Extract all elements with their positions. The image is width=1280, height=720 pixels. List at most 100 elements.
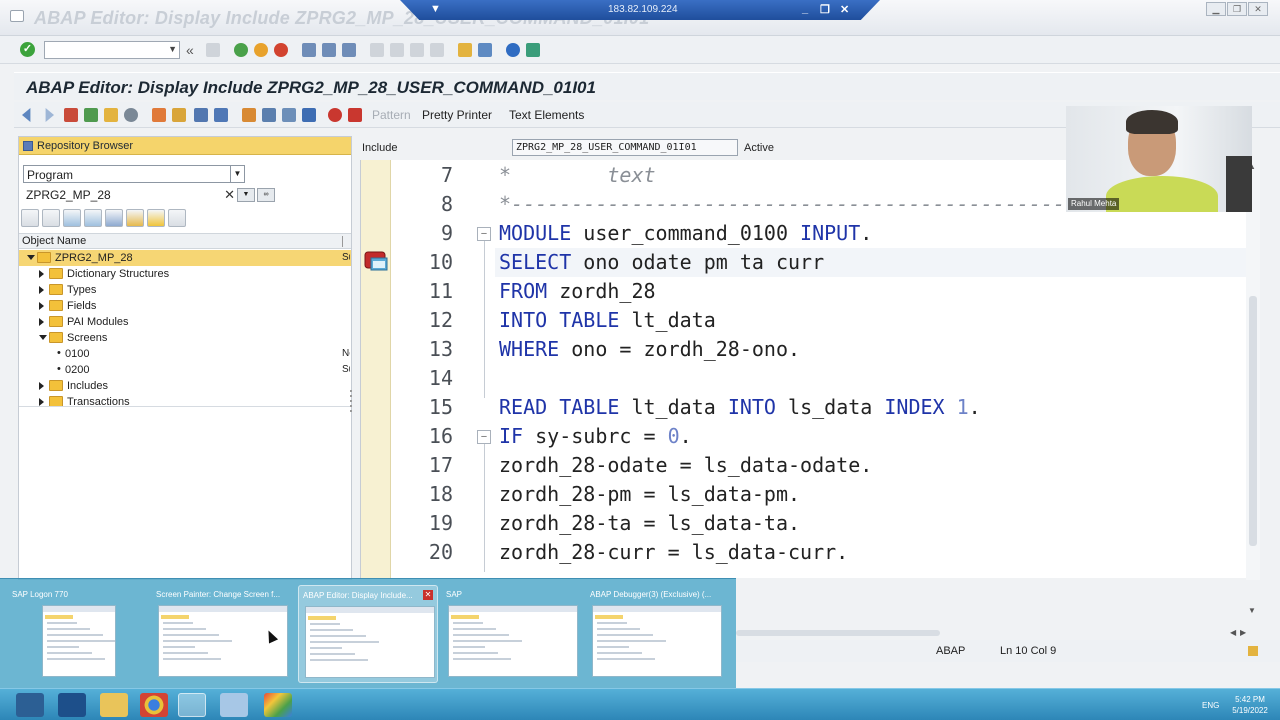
column-separator[interactable]: [342, 236, 343, 247]
display-object-list-icon[interactable]: [214, 108, 228, 122]
status-info-icon[interactable]: [1248, 646, 1258, 656]
value-help-button[interactable]: ▼: [237, 188, 255, 202]
external-breakpoint-icon[interactable]: [348, 108, 362, 122]
next-page-icon[interactable]: [410, 43, 424, 57]
exit-icon[interactable]: [254, 43, 268, 57]
other-object-icon[interactable]: [64, 108, 78, 122]
pin-icon[interactable]: ▼: [430, 3, 441, 15]
tree-node[interactable]: Fields: [19, 298, 351, 314]
code-editor[interactable]: 7 8 9 10 11 12 13 14 15 16 17 18 19 20 * text *-------…: [360, 160, 1260, 578]
code-line[interactable]: zordh_28-curr = ls_data-curr.: [499, 538, 848, 567]
first-page-icon[interactable]: [370, 43, 384, 57]
forward-arrow-icon[interactable]: [45, 108, 54, 122]
scroll-left-icon[interactable]: ◀: [1230, 628, 1236, 637]
next-object-icon[interactable]: [42, 209, 60, 227]
expand-closed-icon[interactable]: [39, 270, 44, 278]
info-icon[interactable]: [302, 108, 316, 122]
active-inactive-icon[interactable]: [104, 108, 118, 122]
save-icon[interactable]: [206, 43, 220, 57]
start-icon[interactable]: [16, 693, 44, 717]
binoculars-icon[interactable]: [105, 209, 123, 227]
editor-vertical-scrollbar[interactable]: ▲ ▼: [1246, 160, 1260, 615]
shortcut-icon[interactable]: [478, 43, 492, 57]
object-name-input[interactable]: ZPRG2_MP_28 ✕: [23, 186, 235, 204]
collapse-icon[interactable]: «: [186, 42, 200, 58]
back-icon[interactable]: [234, 43, 248, 57]
previous-page-icon[interactable]: [390, 43, 404, 57]
previous-object-icon[interactable]: [21, 209, 39, 227]
tree-icon[interactable]: [282, 108, 296, 122]
task-thumbnail[interactable]: SAP Logon 770: [8, 585, 148, 683]
session-breakpoint-icon[interactable]: [363, 250, 391, 274]
tree-node[interactable]: Types: [19, 282, 351, 298]
sap-logon-icon[interactable]: [178, 693, 206, 717]
text-elements-button[interactable]: Text Elements: [509, 108, 584, 122]
expand-icon[interactable]: [63, 209, 81, 227]
code-line[interactable]: * text: [499, 161, 656, 190]
tree-node[interactable]: Screens: [19, 330, 351, 346]
customize-layout-icon[interactable]: [526, 43, 540, 57]
expand-closed-icon[interactable]: [39, 286, 44, 294]
print-icon[interactable]: [302, 43, 316, 57]
test-icon[interactable]: [152, 108, 166, 122]
code-line[interactable]: READ TABLE lt_data INTO ls_data INDEX 1.: [499, 393, 981, 422]
check-icon[interactable]: [124, 108, 138, 122]
breakpoint-icon[interactable]: [328, 108, 342, 122]
repository-browser-header[interactable]: Repository Browser: [19, 137, 351, 155]
pattern-button[interactable]: Pattern: [372, 108, 411, 122]
code-line[interactable]: zordh_28-ta = ls_data-ta.: [499, 509, 800, 538]
chevron-down-icon[interactable]: ▼: [230, 166, 244, 182]
last-page-icon[interactable]: [430, 43, 444, 57]
enter-icon[interactable]: ✓: [20, 42, 35, 57]
expand-open-icon[interactable]: [39, 335, 47, 340]
object-type-select[interactable]: Program ▼: [23, 165, 245, 183]
display-button[interactable]: ∞: [257, 188, 275, 202]
tree-node[interactable]: ZPRG2_MP_28 Su: [19, 250, 351, 266]
tree-node[interactable]: Includes: [19, 378, 351, 394]
where-used-icon[interactable]: [172, 108, 186, 122]
task-thumbnail[interactable]: ABAP Editor: Display Include... ✕: [298, 585, 438, 683]
favorites-star-icon[interactable]: [147, 209, 165, 227]
expand-closed-icon[interactable]: [39, 302, 44, 310]
refresh-icon[interactable]: [168, 209, 186, 227]
minimize-icon[interactable]: _: [802, 3, 808, 15]
scroll-down-icon[interactable]: ▼: [1248, 606, 1256, 615]
close-icon[interactable]: ✕: [423, 590, 433, 600]
code-line[interactable]: IF sy-subrc = 0.: [499, 422, 692, 451]
command-field[interactable]: ▼: [44, 41, 180, 59]
object-hierarchy-icon[interactable]: [126, 209, 144, 227]
scroll-right-icon[interactable]: ▶: [1240, 628, 1246, 637]
fold-toggle-icon[interactable]: −: [477, 227, 491, 241]
editor-horizontal-scrollbar[interactable]: ◀ ▶: [736, 628, 1246, 638]
pretty-printer-button[interactable]: Pretty Printer: [422, 108, 492, 122]
breakpoint-gutter[interactable]: [361, 160, 391, 578]
include-name-field[interactable]: ZPRG2_MP_28_USER_COMMAND_01I01: [512, 139, 738, 156]
remote-desktop-bar[interactable]: ▼ 183.82.109.224 _ ❐ ✕: [400, 0, 880, 20]
object-list-icon[interactable]: [194, 108, 208, 122]
outline-icon[interactable]: [262, 108, 276, 122]
chrome-icon[interactable]: [140, 693, 168, 717]
code-line[interactable]: INTO TABLE lt_data: [499, 306, 716, 335]
find-next-icon[interactable]: [342, 43, 356, 57]
cancel-icon[interactable]: [274, 43, 288, 57]
tree-node[interactable]: Dictionary Structures: [19, 266, 351, 282]
code-line[interactable]: FROM zordh_28: [499, 277, 656, 306]
help-icon[interactable]: [506, 43, 520, 57]
up-one-level-icon[interactable]: [84, 209, 102, 227]
close-icon[interactable]: ✕: [840, 3, 849, 16]
app-icon[interactable]: [220, 693, 248, 717]
task-thumbnail[interactable]: SAP: [442, 585, 582, 683]
back-arrow-icon[interactable]: [22, 108, 31, 122]
task-thumbnail[interactable]: ABAP Debugger(3) (Exclusive) (...: [586, 585, 726, 683]
clear-icon[interactable]: ✕: [224, 187, 235, 203]
chevron-down-icon[interactable]: ▼: [168, 44, 177, 54]
powershell-icon[interactable]: [58, 693, 86, 717]
expand-open-icon[interactable]: [27, 255, 35, 260]
scroll-thumb[interactable]: [1249, 296, 1257, 546]
tree-node[interactable]: PAI Modules: [19, 314, 351, 330]
find-icon[interactable]: [322, 43, 336, 57]
system-clock[interactable]: 5:42 PM 5/19/2022: [1228, 694, 1272, 716]
window-maximize-button[interactable]: ❐: [1227, 2, 1247, 16]
code-line[interactable]: zordh_28-pm = ls_data-pm.: [499, 480, 800, 509]
navigation-window-icon[interactable]: [242, 108, 256, 122]
